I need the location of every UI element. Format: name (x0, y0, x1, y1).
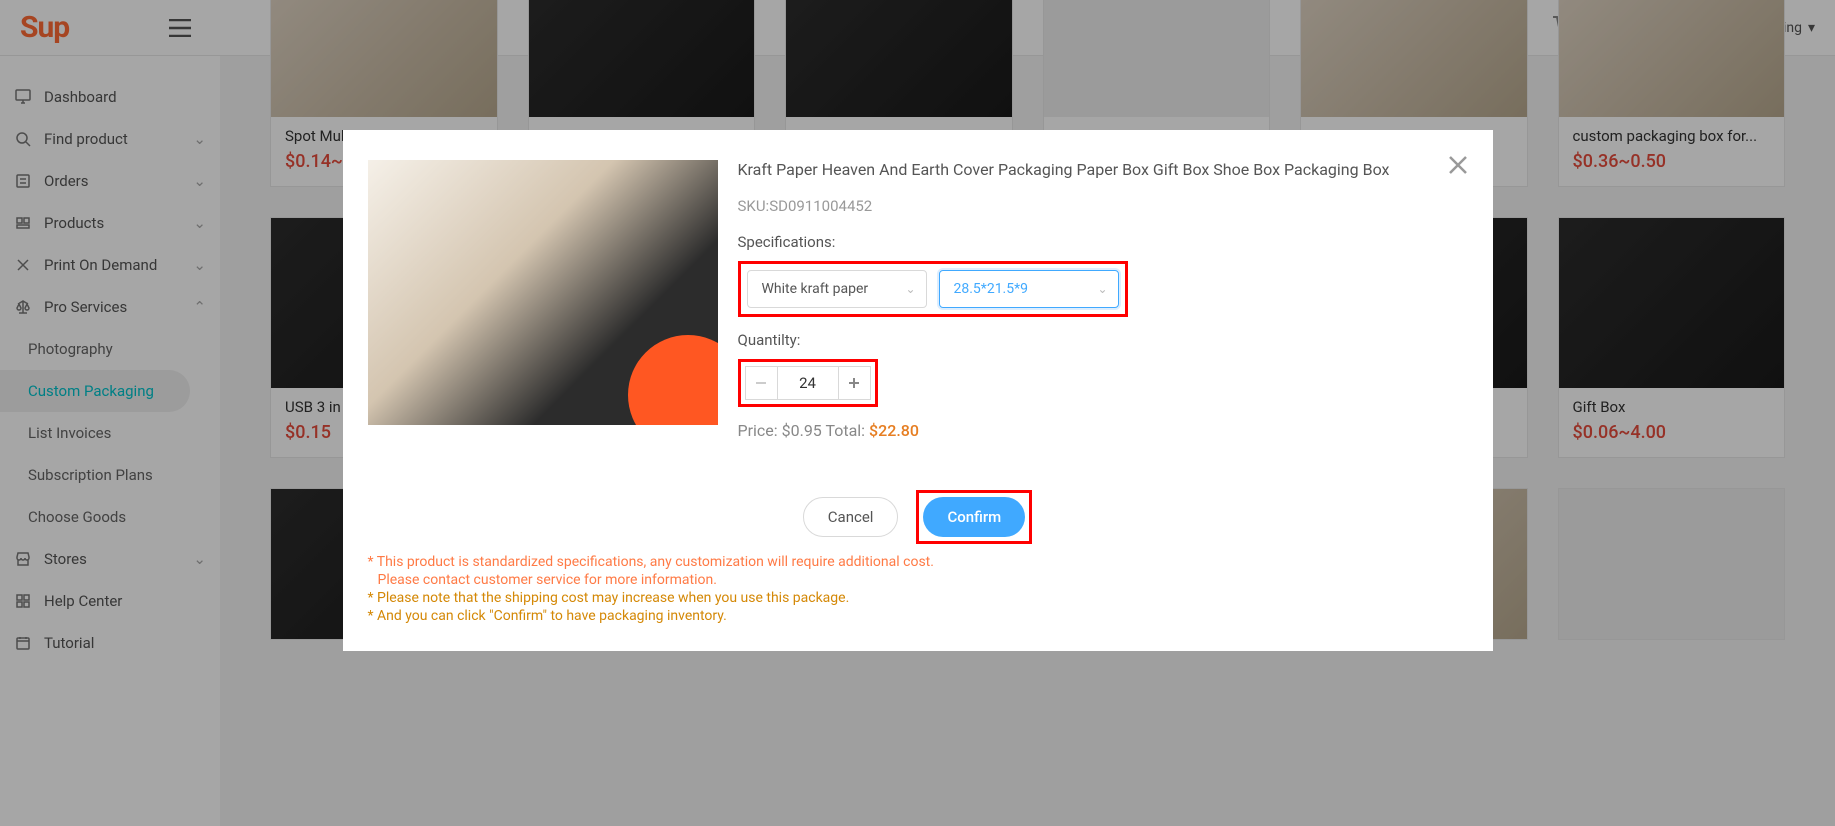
note-line: * Please note that the shipping cost may… (368, 590, 1468, 606)
modal-body: Kraft Paper Heaven And Earth Cover Packa… (368, 160, 1468, 440)
modal-actions: Cancel Confirm (368, 490, 1468, 544)
qty-input[interactable] (778, 367, 838, 399)
price-each: $0.95 (782, 421, 822, 440)
modal-info: Kraft Paper Heaven And Earth Cover Packa… (738, 160, 1468, 440)
qty-decrease-button[interactable] (746, 367, 778, 399)
product-image (368, 160, 718, 425)
spec-select-value: 28.5*21.5*9 (954, 281, 1029, 297)
confirm-button[interactable]: Confirm (923, 497, 1025, 537)
spec-label: Specifications: (738, 233, 1468, 251)
quantity-stepper (745, 366, 871, 400)
spec-selectors-highlight: White kraft paper ⌄ 28.5*21.5*9 ⌄ (738, 261, 1128, 317)
price-line: Price: $0.95 Total: $22.80 (738, 421, 1468, 440)
spec-select-value: White kraft paper (762, 281, 869, 297)
total-label: Total: (822, 421, 869, 440)
product-title: Kraft Paper Heaven And Earth Cover Packa… (738, 160, 1468, 179)
sku-value: SD0911004452 (769, 197, 872, 215)
qty-label: Quantilty: (738, 331, 1468, 349)
chevron-down-icon: ⌄ (905, 282, 915, 296)
product-sku: SKU:SD0911004452 (738, 197, 1468, 215)
modal-notes: * This product is standardized specifica… (368, 554, 1468, 624)
spec-select-material[interactable]: White kraft paper ⌄ (747, 270, 927, 308)
price-label: Price: (738, 421, 782, 440)
sku-label: SKU: (738, 197, 770, 215)
chevron-down-icon: ⌄ (1097, 282, 1107, 296)
spec-select-size[interactable]: 28.5*21.5*9 ⌄ (939, 270, 1119, 308)
note-line: * This product is standardized specifica… (368, 554, 1468, 570)
modal-overlay: Kraft Paper Heaven And Earth Cover Packa… (0, 0, 1835, 826)
note-line: Please contact customer service for more… (368, 572, 1468, 588)
close-icon[interactable] (1447, 154, 1469, 176)
confirm-highlight: Confirm (916, 490, 1032, 544)
total-value: $22.80 (869, 421, 919, 440)
note-line: * And you can click "Confirm" to have pa… (368, 608, 1468, 624)
qty-increase-button[interactable] (838, 367, 870, 399)
cancel-button[interactable]: Cancel (803, 497, 899, 537)
product-modal: Kraft Paper Heaven And Earth Cover Packa… (343, 130, 1493, 651)
qty-highlight (738, 359, 878, 407)
